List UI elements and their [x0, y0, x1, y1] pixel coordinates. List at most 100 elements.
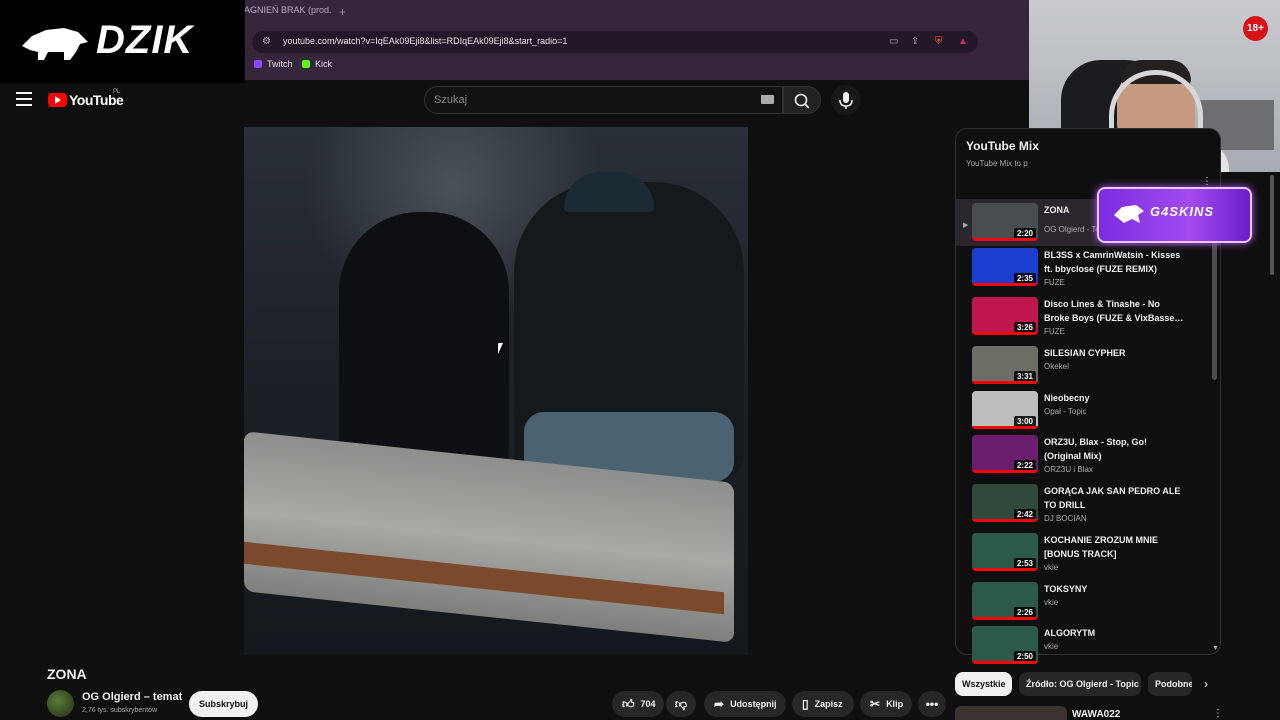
bookmark-twitch[interactable]: Twitch [254, 59, 293, 69]
playlist-item-title: ORZ3U, Blax - Stop, Go! (Original Mix) [1044, 437, 1148, 461]
playlist-item-channel: vkie [1044, 598, 1059, 607]
cast-icon[interactable]: ▭ [889, 36, 898, 47]
playlist-item-channel: vkie [1044, 563, 1059, 572]
playlist-scrollbar[interactable] [1212, 240, 1217, 380]
playlist-item-channel: Okekel [1044, 362, 1069, 371]
scissors-icon: ✂ [870, 697, 881, 711]
playlist-item-channel: Opał - Topic [1044, 407, 1087, 416]
playlist-item[interactable]: 2:35 BL3SS x CamrinWatsin - Kisses ft. bb… [963, 248, 1203, 293]
stream-logo-text: DZIK [96, 18, 194, 62]
kick-icon [302, 60, 310, 68]
recommended-title[interactable]: WAWA022 [1072, 709, 1120, 720]
subscribe-button[interactable]: Subskrybuj [189, 691, 258, 717]
playlist-item-title: SILESIAN CYPHER [1044, 348, 1126, 358]
page-scrollbar[interactable] [1270, 175, 1274, 275]
boar-logo-icon [22, 28, 88, 60]
video-player[interactable] [244, 127, 748, 655]
watched-progress-bar [972, 661, 1038, 664]
tab-bar: AGNIEŃ BRAK (prod. + [244, 0, 1030, 28]
rewards-icon[interactable]: ▲ [958, 36, 968, 47]
scroll-down-icon[interactable]: ▼ [1212, 645, 1219, 652]
g4skins-logo-icon [1114, 205, 1144, 223]
search-button[interactable] [783, 86, 821, 114]
share-button[interactable]: ➦ Udostępnij [704, 691, 786, 717]
channel-avatar[interactable] [47, 690, 74, 717]
menu-icon[interactable] [16, 92, 32, 106]
playlist-item-title: Nieobecny [1044, 393, 1090, 403]
chevron-right-icon[interactable]: › [1196, 674, 1216, 694]
watched-progress-bar [972, 519, 1038, 522]
recommended-menu-icon[interactable]: ⋮ [1213, 708, 1223, 719]
video-title: ZONA [47, 666, 87, 682]
playlist-item-channel: ORZ3U i Blax [1044, 465, 1093, 474]
search-icon [794, 93, 810, 109]
playlist-item[interactable]: 2:42 GORĄCA JAK SAN PEDRO ALE TO DRILL DJ … [963, 484, 1203, 529]
chip-similar[interactable]: Podobne [1148, 672, 1192, 696]
playlist-item-channel: vkie [1044, 642, 1059, 651]
search-input[interactable] [434, 92, 734, 108]
age-restriction-badge: 18+ [1243, 16, 1268, 41]
playlist-item-title: GORĄCA JAK SAN PEDRO ALE TO DRILL [1044, 486, 1181, 510]
more-icon: ••• [925, 697, 939, 711]
share-icon[interactable]: ⇪ [911, 36, 919, 47]
bookmark-icon: ▯ [802, 697, 809, 711]
channel-name[interactable]: OG Olgierd – temat [82, 691, 182, 703]
playlist-item[interactable]: 2:26 TOKSYNY vkie [963, 582, 1203, 627]
playlist-thumbnail[interactable]: 2:22 [972, 435, 1038, 473]
playlist-thumbnail[interactable]: 3:26 [972, 297, 1038, 335]
share-arrow-icon: ➦ [714, 697, 725, 711]
keyboard-icon[interactable] [761, 95, 774, 104]
watched-progress-bar [972, 332, 1038, 335]
chip-source[interactable]: Źródło: OG Olgierd - Topic [1019, 672, 1141, 696]
playlist-thumbnail[interactable]: 2:20 [972, 203, 1038, 241]
url-text[interactable]: youtube.com/watch?v=IqEAk09Eji8&list=RDI… [283, 36, 567, 46]
youtube-logo-icon[interactable] [48, 93, 67, 107]
playlist-title: YouTube Mix [966, 139, 1039, 153]
twitch-icon [254, 60, 262, 68]
playlist-thumbnail[interactable]: 2:35 [972, 248, 1038, 286]
playlist-item-channel: FUZE [1044, 278, 1065, 287]
browser-tab[interactable]: AGNIEŃ BRAK (prod. [244, 5, 332, 23]
brave-shield-icon[interactable]: ⛨ [935, 36, 943, 47]
playlist-subtitle: YouTube Mix to p [966, 159, 1028, 168]
recommended-thumbnail[interactable] [955, 706, 1067, 720]
playlist-item-title: TOKSYNY [1044, 584, 1088, 594]
playlist-item-title: KOCHANIE ZROZUM MNIE [BONUS TRACK] [1044, 535, 1158, 559]
watched-progress-bar [972, 470, 1038, 473]
playlist-thumbnail[interactable]: 2:42 [972, 484, 1038, 522]
watched-progress-bar [972, 381, 1038, 384]
g4skins-ad-text: G4SKINS [1150, 204, 1215, 219]
now-playing-icon: ▶ [963, 222, 969, 229]
playlist-thumbnail[interactable]: 3:00 [972, 391, 1038, 429]
channel-subscribers: 2,76 tys. subskrybentów [82, 707, 158, 714]
bookmark-kick[interactable]: Kick [302, 59, 332, 69]
save-button[interactable]: ▯ Zapisz [792, 691, 854, 717]
like-button[interactable]: 👍︎ 704 [612, 691, 664, 717]
clip-button[interactable]: ✂ Klip [860, 691, 912, 717]
thumbs-down-icon: 👎︎ [674, 696, 688, 711]
chip-all[interactable]: Wszystkie [955, 672, 1012, 696]
playlist-item[interactable]: 3:26 Disco Lines & Tinashe - No Broke Boy… [963, 297, 1203, 342]
playlist-item[interactable]: 2:22 ORZ3U, Blax - Stop, Go! (Original Mi… [963, 435, 1203, 480]
playlist-item[interactable]: 2:50 ALGORYTM vkie [963, 626, 1203, 671]
voice-search-button[interactable] [831, 85, 861, 115]
mouse-cursor-icon [498, 343, 503, 354]
playlist-menu-icon[interactable]: ⋮ [1202, 176, 1212, 187]
playlist-item-channel: FUZE [1044, 327, 1065, 336]
more-actions-button[interactable]: ••• [918, 691, 946, 717]
new-tab-button[interactable]: + [339, 5, 346, 19]
playlist-thumbnail[interactable]: 2:53 [972, 533, 1038, 571]
site-info-icon[interactable]: ⚙ [262, 36, 271, 47]
playlist-item-title: Disco Lines & Tinashe - No Broke Boys (F… [1044, 299, 1184, 323]
playlist-thumbnail[interactable]: 3:31 [972, 346, 1038, 384]
dislike-button[interactable]: 👎︎ [666, 691, 696, 717]
playlist-thumbnail[interactable]: 2:50 [972, 626, 1038, 664]
playlist-item-title: BL3SS x CamrinWatsin - Kisses ft. bbyclo… [1044, 250, 1181, 274]
playlist-item[interactable]: 3:31 SILESIAN CYPHER Okekel [963, 346, 1203, 391]
thumbs-up-icon: 👍︎ [622, 696, 635, 711]
playlist-item[interactable]: 2:53 KOCHANIE ZROZUM MNIE [BONUS TRACK] vk… [963, 533, 1203, 578]
microphone-icon [839, 92, 853, 109]
playlist-item[interactable]: 3:00 Nieobecny Opał - Topic [963, 391, 1203, 436]
playlist-thumbnail[interactable]: 2:26 [972, 582, 1038, 620]
video-person-left [339, 212, 509, 472]
